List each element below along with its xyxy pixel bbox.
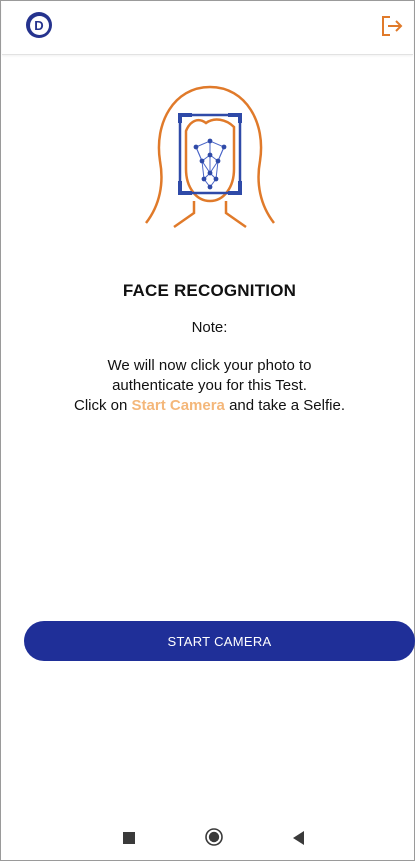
start-camera-highlight: Start Camera — [131, 397, 225, 414]
instructions-line-2: authenticate you for this Test. — [112, 377, 307, 394]
instructions-line-1: We will now click your photo to — [107, 357, 312, 374]
start-camera-button[interactable]: START CAMERA — [24, 621, 415, 661]
instructions-text: We will now click your photo to authenti… — [1, 356, 417, 416]
logout-icon[interactable] — [379, 13, 405, 39]
instructions-line-3-suffix: and take a Selfie. — [229, 397, 345, 414]
instructions-line-3-prefix: Click on — [73, 397, 128, 414]
system-nav-bar — [1, 820, 417, 860]
instructions-line-3: Click on Start Camera and take a Selfie. — [1, 396, 417, 416]
face-recognition-icon — [145, 85, 275, 229]
page-title: FACE RECOGNITION — [122, 281, 297, 300]
home-circle-icon[interactable] — [205, 828, 223, 846]
app-header: D — [2, 2, 413, 55]
recents-square-icon[interactable] — [123, 832, 135, 844]
note-label: Note: — [191, 319, 228, 336]
back-triangle-icon[interactable] — [291, 830, 305, 846]
app-screen: D FACE RECOGNITION Note: We will now cli… — [0, 0, 415, 861]
logo-letter: D — [29, 15, 49, 35]
brand-logo: D — [26, 12, 52, 38]
